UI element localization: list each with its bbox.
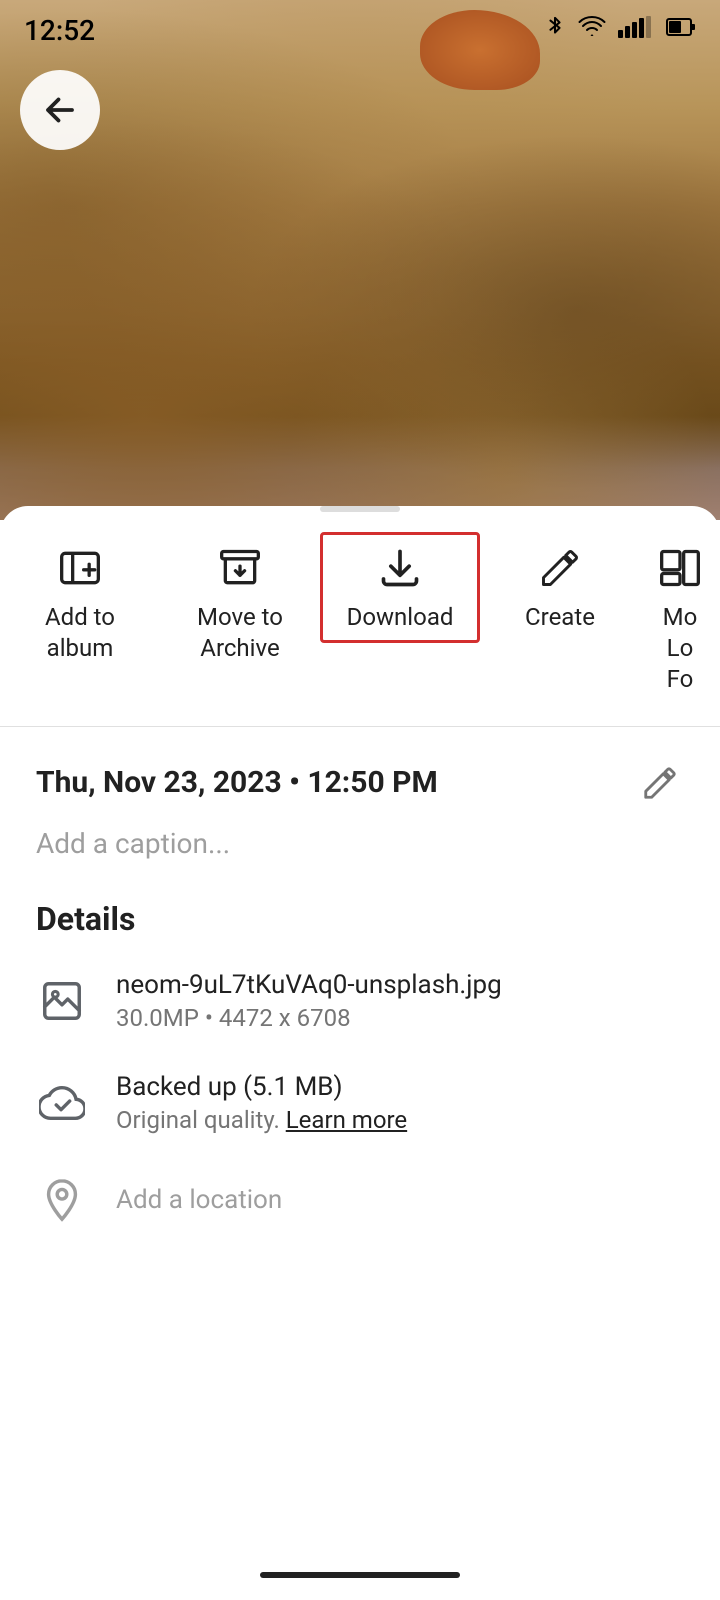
bottom-sheet: Add toalbum Move toArchive Download (0, 506, 720, 1358)
photo-area (0, 0, 720, 520)
create-label: Create (525, 602, 595, 633)
details-heading: Details (36, 900, 684, 938)
backup-quality: Original quality. Learn more (116, 1106, 407, 1134)
move-to-archive-label: Move toArchive (197, 602, 283, 664)
wifi-icon (578, 16, 606, 44)
create-icon (534, 542, 586, 594)
learn-more-link[interactable]: Learn more (286, 1106, 407, 1134)
status-icons (544, 14, 696, 46)
home-bar (260, 1572, 460, 1578)
location-icon (36, 1174, 88, 1226)
backup-info-text: Backed up (5.1 MB) Original quality. Lea… (116, 1072, 407, 1134)
location-text: Add a location (116, 1185, 282, 1215)
add-to-album-button[interactable]: Add toalbum (0, 532, 160, 674)
edit-date-button[interactable] (636, 759, 684, 807)
more-icon (654, 542, 706, 594)
status-time: 12:52 (24, 14, 95, 47)
bluetooth-icon (544, 14, 566, 46)
move-to-archive-button[interactable]: Move toArchive (160, 532, 320, 674)
archive-icon (214, 542, 266, 594)
add-to-album-label: Add toalbum (45, 602, 115, 664)
file-info-text: neom-9uL7tKuVAq0-unsplash.jpg 30.0MP • 4… (116, 970, 502, 1032)
backup-info-item: Backed up (5.1 MB) Original quality. Lea… (36, 1072, 684, 1134)
backup-status: Backed up (5.1 MB) (116, 1072, 407, 1102)
file-info-item: neom-9uL7tKuVAq0-unsplash.jpg 30.0MP • 4… (36, 970, 684, 1032)
home-indicator (0, 1550, 720, 1600)
download-icon (374, 542, 426, 594)
content-area: Thu, Nov 23, 2023 • 12:50 PM Add a capti… (0, 727, 720, 1298)
caption-placeholder[interactable]: Add a caption... (36, 827, 684, 860)
image-icon (36, 975, 88, 1027)
battery-icon (666, 16, 696, 44)
create-button[interactable]: Create (480, 532, 640, 643)
cloud-done-icon (36, 1077, 88, 1129)
action-bar: Add toalbum Move toArchive Download (0, 512, 720, 727)
add-to-album-icon (54, 542, 106, 594)
more-button[interactable]: MoLoFo (640, 532, 720, 706)
more-partial-label: MoLoFo (663, 602, 698, 696)
download-label: Download (347, 602, 454, 633)
status-bar: 12:52 (0, 0, 720, 60)
back-button[interactable] (20, 70, 100, 150)
file-dimensions: 30.0MP • 4472 x 6708 (116, 1004, 502, 1032)
signal-icon (618, 16, 654, 44)
file-name: neom-9uL7tKuVAq0-unsplash.jpg (116, 970, 502, 1000)
photo-date-row: Thu, Nov 23, 2023 • 12:50 PM (36, 759, 684, 807)
add-location-label: Add a location (116, 1185, 282, 1215)
photo-date: Thu, Nov 23, 2023 • 12:50 PM (36, 765, 438, 800)
location-item[interactable]: Add a location (36, 1174, 684, 1226)
download-button[interactable]: Download (320, 532, 480, 643)
